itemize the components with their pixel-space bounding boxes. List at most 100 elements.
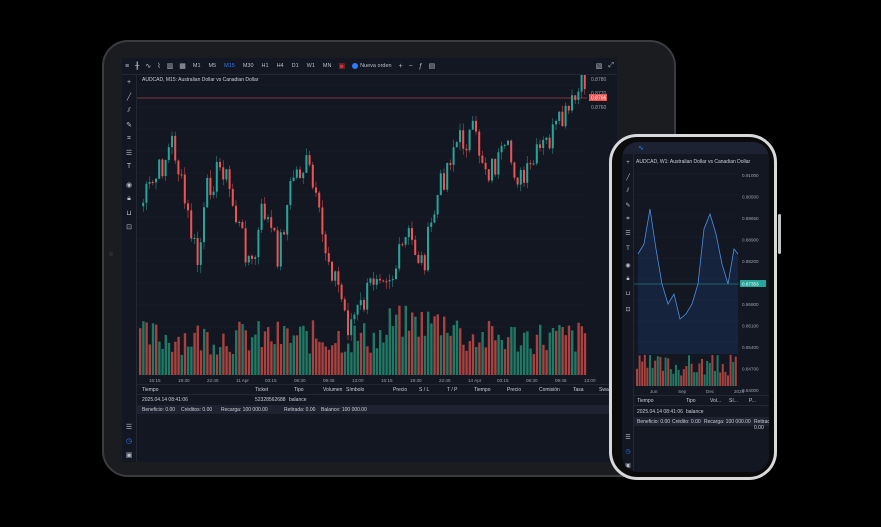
history-icon[interactable]: ◷ xyxy=(623,448,633,455)
shapes-icon[interactable]: ⌗ xyxy=(623,216,633,223)
volume-bar xyxy=(420,312,423,375)
line-chart-icon[interactable]: ∿ xyxy=(142,62,154,70)
brush-icon[interactable]: ✎ xyxy=(124,121,134,129)
text-icon[interactable]: T xyxy=(124,163,134,170)
calendar-icon[interactable]: ▣ xyxy=(623,462,633,469)
timeframe-w1[interactable]: W1 xyxy=(303,63,319,69)
candle-body xyxy=(555,120,557,125)
list-icon[interactable]: ☰ xyxy=(623,434,633,441)
candle-body xyxy=(558,111,561,121)
candle-body xyxy=(359,300,362,306)
fibonacci-icon[interactable]: ☰ xyxy=(623,230,633,237)
timeframe-mn[interactable]: MN xyxy=(319,63,336,69)
column-header[interactable]: Comisión xyxy=(539,387,560,393)
channel-icon[interactable]: ⫽ xyxy=(124,107,134,115)
volume-bar xyxy=(510,326,513,375)
timeframe-m1[interactable]: M1 xyxy=(189,63,205,69)
column-header[interactable]: Precio xyxy=(393,387,407,393)
fullscreen-icon[interactable]: ⤢ xyxy=(605,62,617,70)
candle-body xyxy=(302,172,305,179)
templates-icon[interactable]: ▤ xyxy=(426,62,439,70)
eye-icon[interactable]: ◉ xyxy=(623,262,633,269)
phone-price-chart[interactable]: 0.910000.905000.896500.889000.882000.875… xyxy=(634,154,769,394)
candle-body xyxy=(401,244,404,246)
candle-body xyxy=(177,160,180,175)
candles-icon[interactable]: ╂ xyxy=(132,62,142,70)
column-header[interactable]: Sí... xyxy=(729,398,738,404)
volume-bar xyxy=(497,334,500,375)
text-icon[interactable]: T xyxy=(623,246,633,252)
charge-value: Recarga: 100 000.00 xyxy=(221,407,268,413)
delete-icon[interactable]: ⊡ xyxy=(124,223,134,231)
chart-type-icon[interactable]: ∿ xyxy=(638,144,644,152)
flag-icon[interactable]: ▣ xyxy=(335,62,348,70)
column-header[interactable]: P... xyxy=(749,398,756,404)
volume-bar xyxy=(279,343,283,375)
tablet-price-chart[interactable]: 0.87800.87700.87600.876616:1519:3022:451… xyxy=(137,75,617,384)
volume-bar xyxy=(481,331,484,375)
column-header[interactable]: Tiempo xyxy=(142,387,159,393)
new-order-button[interactable]: Nueva orden xyxy=(348,63,396,69)
timeframe-m5[interactable]: M5 xyxy=(205,63,221,69)
screenshot-icon[interactable]: ▧ xyxy=(593,62,606,70)
column-header[interactable]: T / P xyxy=(447,387,457,393)
lock-icon[interactable]: 🔒︎ xyxy=(623,276,633,283)
magnet-icon[interactable]: ⊔ xyxy=(124,209,134,217)
lock-icon[interactable]: 🔒︎ xyxy=(124,195,134,203)
bar-chart-icon[interactable]: ▥ xyxy=(164,62,177,70)
volume-bar xyxy=(225,346,228,375)
timeframe-h1[interactable]: H1 xyxy=(258,63,273,69)
menu-icon[interactable]: ≡ xyxy=(122,63,132,70)
column-header[interactable]: Precio xyxy=(507,387,521,393)
fibonacci-icon[interactable]: ☰ xyxy=(124,149,134,157)
area-chart-icon[interactable]: ⌇ xyxy=(154,62,163,70)
volume-bar xyxy=(651,368,654,386)
trendline-icon[interactable]: ╱ xyxy=(623,174,633,181)
column-header[interactable]: Tiempo xyxy=(474,387,491,393)
trendline-icon[interactable]: ╱ xyxy=(124,93,134,101)
delete-icon[interactable]: ⊡ xyxy=(623,306,633,313)
column-header[interactable]: Tipo xyxy=(294,387,304,393)
candle-body xyxy=(219,161,221,168)
volume-bar xyxy=(439,335,443,375)
column-header[interactable]: Tiempo xyxy=(637,398,654,404)
brush-icon[interactable]: ✎ xyxy=(623,202,633,209)
volume-bar xyxy=(196,325,199,375)
volume-bar xyxy=(391,326,395,375)
column-header[interactable]: Tipo xyxy=(686,398,696,404)
zoom-in-icon[interactable]: + xyxy=(396,63,406,70)
candle-body xyxy=(535,144,538,164)
zoom-out-icon[interactable]: − xyxy=(406,63,416,70)
list-icon[interactable]: ☰ xyxy=(124,423,134,431)
column-header[interactable]: S / L xyxy=(419,387,429,393)
history-icon[interactable]: ◷ xyxy=(124,437,134,445)
timeframe-m30[interactable]: M30 xyxy=(239,63,258,69)
eye-icon[interactable]: ◉ xyxy=(124,181,134,189)
time-axis-label: 11 Apr xyxy=(236,378,249,383)
time-axis-label: 2024 xyxy=(734,389,745,394)
crosshair-icon[interactable]: + xyxy=(124,79,134,86)
timeframe-h4[interactable]: H4 xyxy=(273,63,288,69)
shapes-icon[interactable]: ⌗ xyxy=(124,135,134,143)
volume-icon[interactable]: ▦ xyxy=(176,62,189,70)
candle-body xyxy=(279,232,282,267)
column-header[interactable]: Símbolo xyxy=(346,387,364,393)
indicators-icon[interactable]: ƒ xyxy=(416,63,426,70)
table-row[interactable]: 2025.04.14 08:41:06 52328562688 balance xyxy=(137,395,617,404)
volume-bar xyxy=(356,340,359,375)
calendar-icon[interactable]: ▣ xyxy=(124,451,134,459)
channel-icon[interactable]: ⫽ xyxy=(623,188,633,195)
column-header[interactable]: Volumen xyxy=(323,387,342,393)
column-header[interactable]: Vol... xyxy=(710,398,721,404)
timeframe-m15[interactable]: M15 xyxy=(220,63,239,69)
crosshair-icon[interactable]: + xyxy=(623,160,633,166)
price-axis-label: 0.8780 xyxy=(591,77,607,83)
candle-body xyxy=(503,144,506,146)
timeframe-d1[interactable]: D1 xyxy=(288,63,303,69)
volume-bar xyxy=(247,350,251,375)
magnet-icon[interactable]: ⊔ xyxy=(623,290,633,297)
column-header[interactable]: Tasa xyxy=(573,387,584,393)
column-header[interactable]: Ticket xyxy=(255,387,268,393)
volume-bar xyxy=(139,328,142,375)
candle-body xyxy=(155,178,157,183)
